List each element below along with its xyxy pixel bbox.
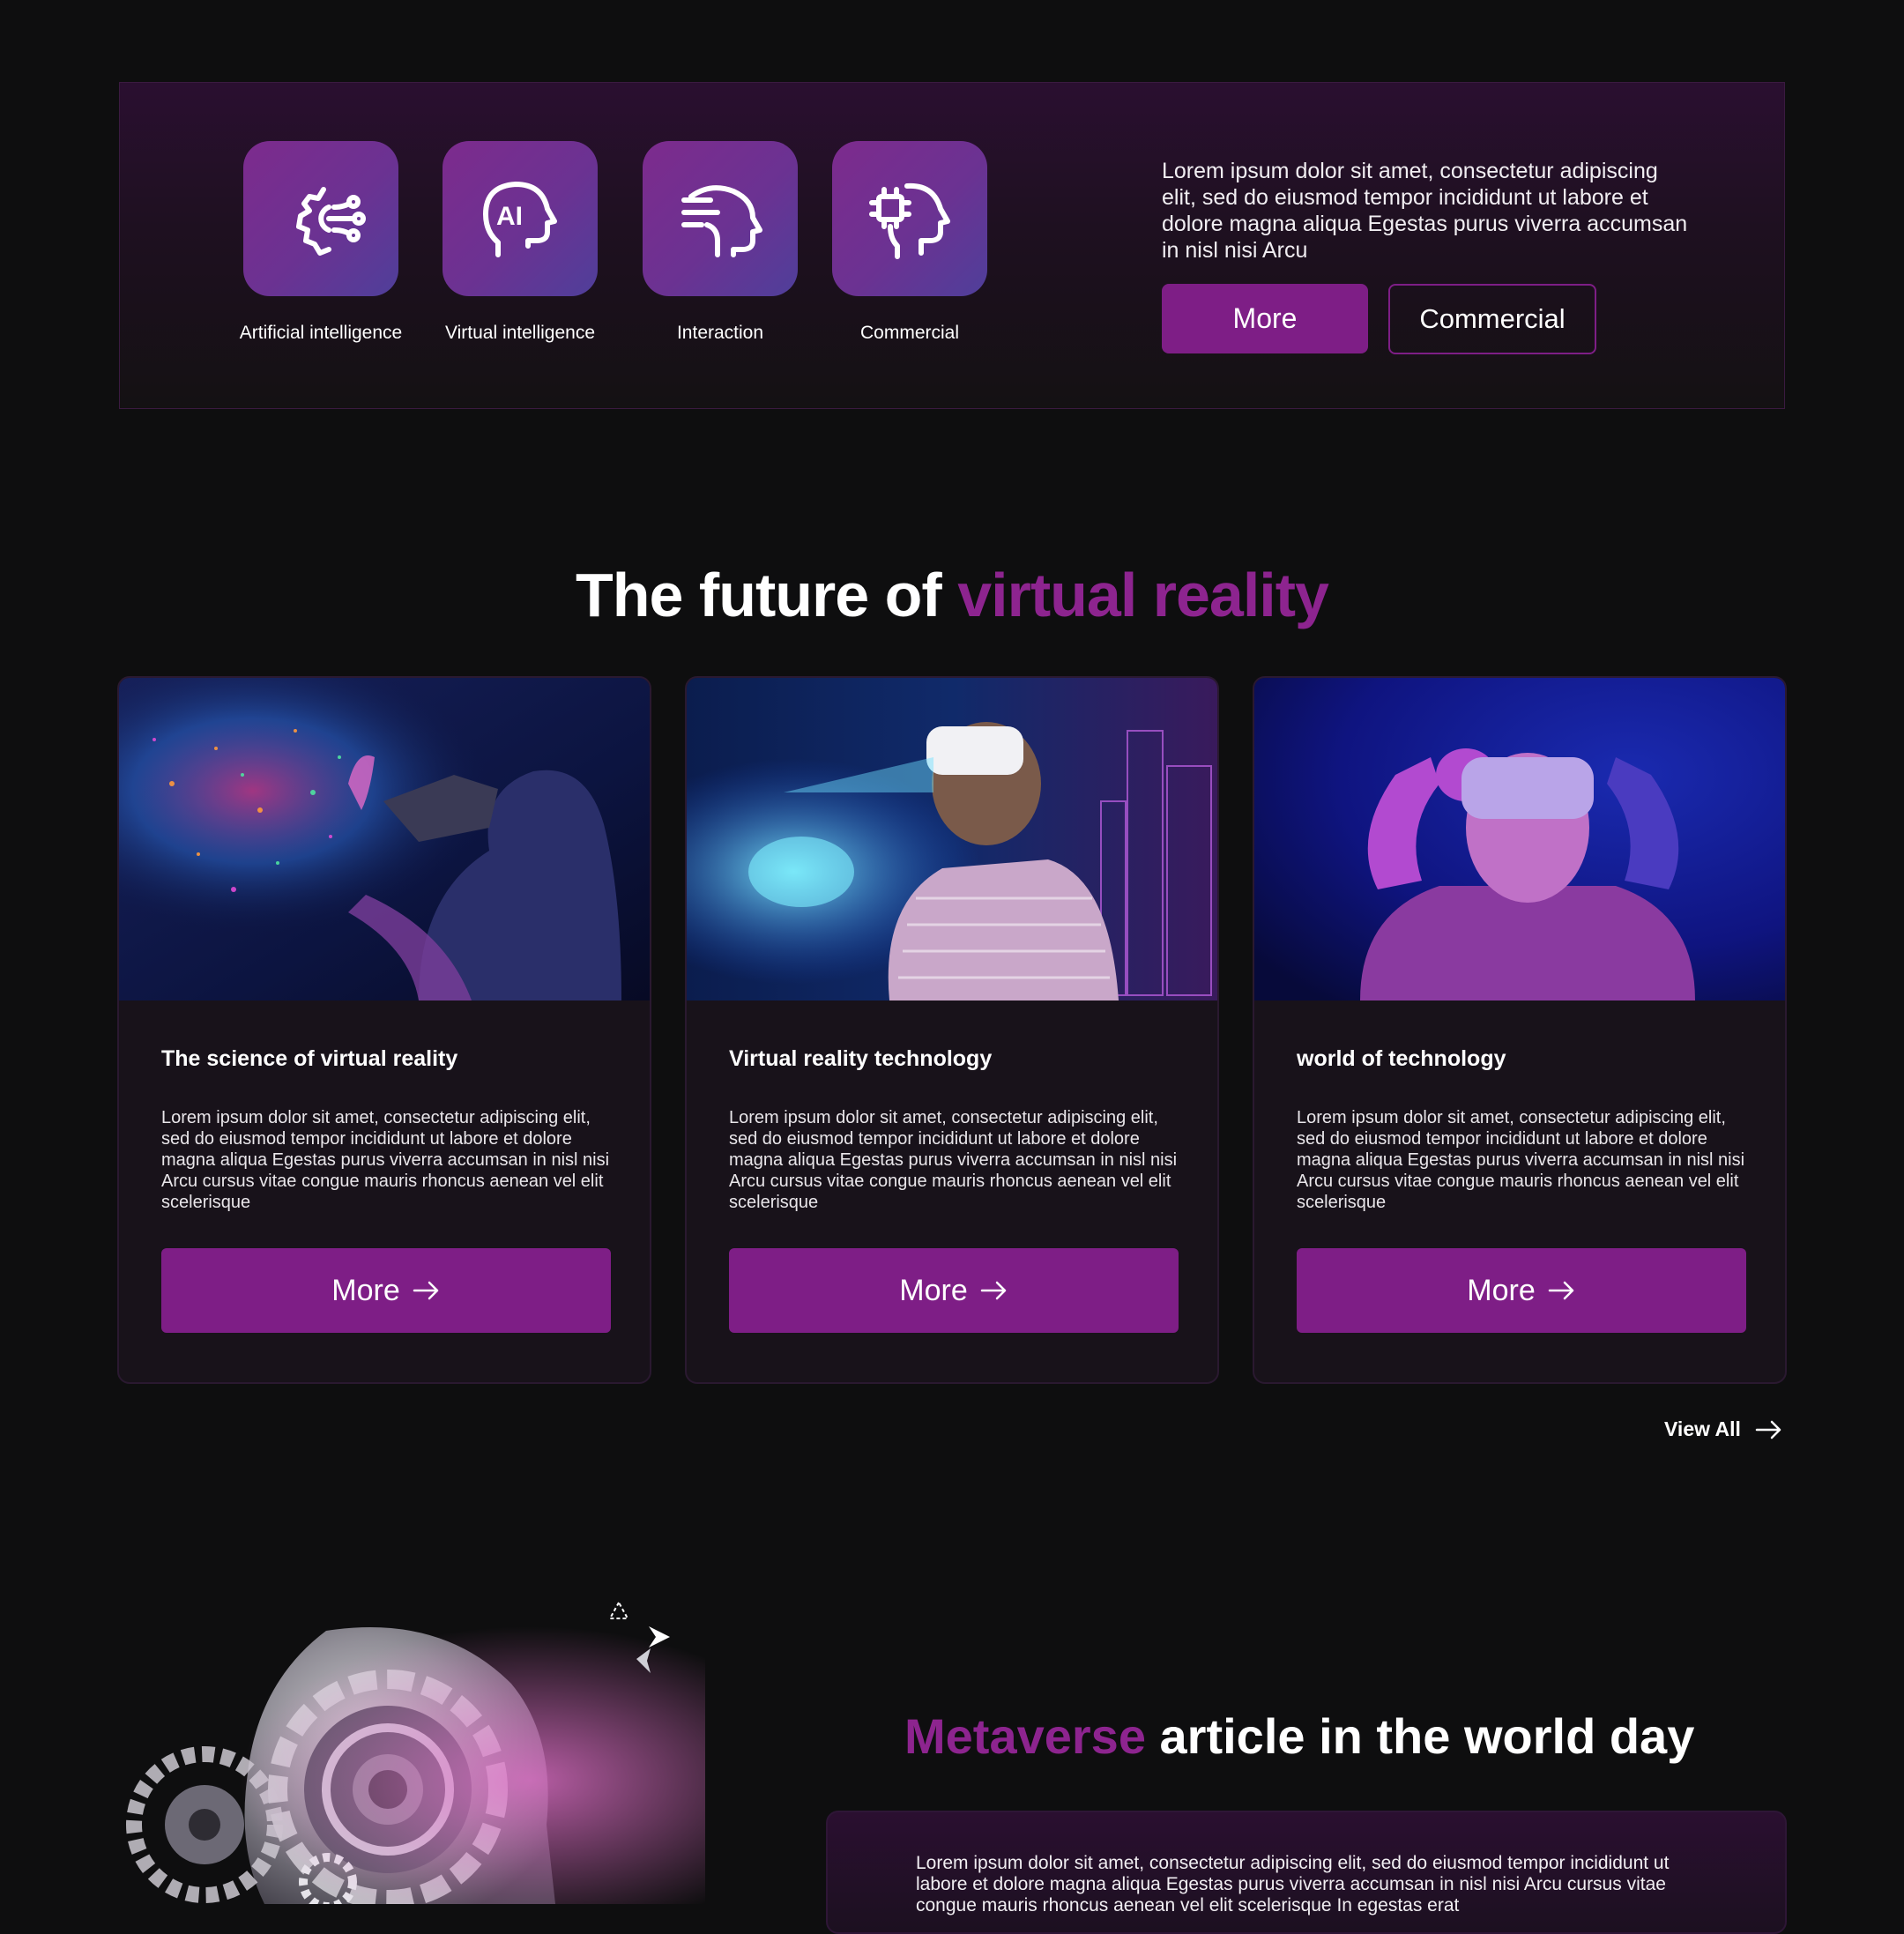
view-all-label: View All xyxy=(1664,1417,1741,1440)
card-title: The science of virtual reality xyxy=(161,1046,458,1071)
chip-head-icon xyxy=(832,141,987,296)
section-title: The future of virtual reality xyxy=(0,555,1904,635)
card-more-button[interactable]: More xyxy=(161,1248,611,1333)
card-image-vr-woman-particles xyxy=(119,678,650,1000)
card-more-button[interactable]: More xyxy=(729,1248,1179,1333)
article-text: Lorem ipsum dolor sit amet, consectetur … xyxy=(916,1853,1670,1915)
card-science-vr: The science of virtual reality Lorem ips… xyxy=(117,676,651,1384)
card-more-button[interactable]: More xyxy=(1297,1248,1746,1333)
feature-label: Commercial xyxy=(859,323,959,343)
arrow-right-icon xyxy=(980,1281,1006,1300)
arrow-right-icon xyxy=(1548,1281,1573,1300)
card-description: Lorem ipsum dolor sit amet, consectetur … xyxy=(729,1108,1178,1212)
card-more-label: More xyxy=(331,1273,400,1307)
feature-label: Artificial intelligence xyxy=(239,323,403,343)
ai-head-icon: AI xyxy=(443,141,598,296)
feature-label: Virtual intelligence xyxy=(444,323,596,343)
metaverse-title: Metaverse article in the world day xyxy=(904,1701,1694,1772)
robot-head-illustration xyxy=(123,1596,705,1911)
card-title: Virtual reality technology xyxy=(729,1046,993,1071)
ai-badge-text: AI xyxy=(496,202,523,231)
card-more-label: More xyxy=(899,1273,968,1307)
card-image-vr-man-hologram xyxy=(687,678,1217,1000)
feature-tile-artificial-intelligence[interactable]: Artificial intelligence xyxy=(240,141,402,344)
card-description: Lorem ipsum dolor sit amet, consectetur … xyxy=(1297,1108,1745,1212)
feature-panel: Artificial intelligence AI Virtual intel… xyxy=(119,82,1785,409)
arrow-right-icon xyxy=(413,1281,438,1300)
metaverse-title-rest: article in the world day xyxy=(1145,1708,1695,1764)
metaverse-title-accent: Metaverse xyxy=(904,1708,1146,1764)
card-title: world of technology xyxy=(1297,1046,1506,1071)
view-all-link[interactable]: View All xyxy=(1664,1417,1783,1441)
card-image-vr-woman-neon xyxy=(1254,678,1785,1000)
more-button[interactable]: More xyxy=(1162,284,1368,353)
card-vr-technology: Virtual reality technology Lorem ipsum d… xyxy=(685,676,1219,1384)
feature-tile-virtual-intelligence[interactable]: AI Virtual intelligence xyxy=(443,141,598,344)
feature-description: Lorem ipsum dolor sit amet, consectetur … xyxy=(1162,159,1688,263)
feature-label: Interaction xyxy=(676,323,764,343)
article-panel: Lorem ipsum dolor sit amet, consectetur … xyxy=(826,1811,1787,1934)
brain-network-icon xyxy=(243,141,398,296)
card-more-label: More xyxy=(1467,1273,1536,1307)
arrow-right-icon xyxy=(1755,1420,1781,1439)
commercial-button[interactable]: Commercial xyxy=(1388,284,1596,354)
feature-tile-interaction[interactable]: Interaction xyxy=(643,141,798,344)
card-description: Lorem ipsum dolor sit amet, consectetur … xyxy=(161,1108,610,1212)
card-world-technology: world of technology Lorem ipsum dolor si… xyxy=(1253,676,1787,1384)
section-title-accent: virtual reality xyxy=(957,561,1329,629)
interaction-head-icon xyxy=(643,141,798,296)
feature-tile-commercial[interactable]: Commercial xyxy=(832,141,987,344)
section-title-prefix: The future of xyxy=(576,561,958,629)
